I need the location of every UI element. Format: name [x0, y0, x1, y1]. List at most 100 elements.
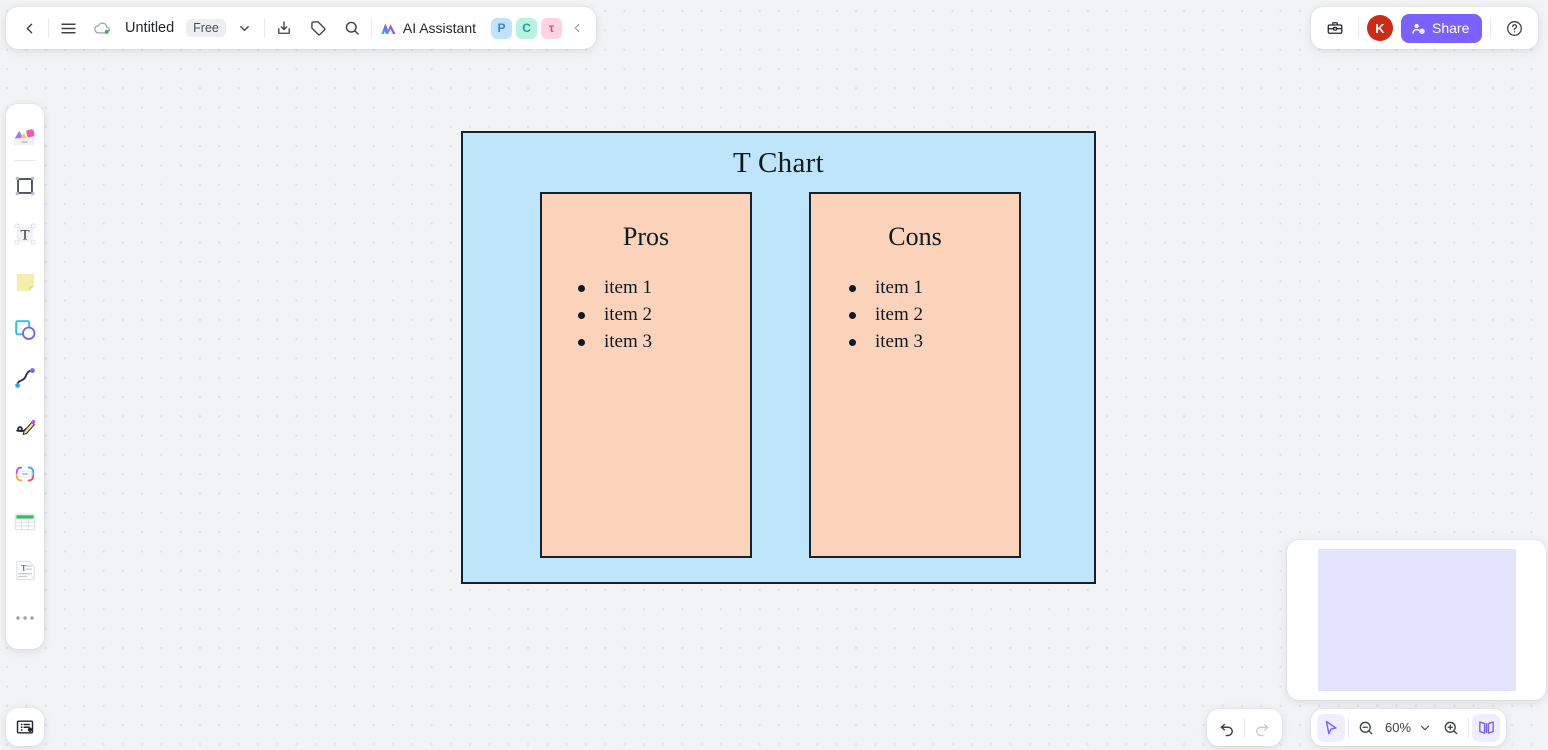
sidebar-item-text[interactable]: T	[8, 210, 42, 258]
help-button[interactable]	[1499, 13, 1529, 43]
sidebar-item-sticky-note[interactable]	[8, 258, 42, 306]
sidebar-item-document[interactable]: T	[8, 546, 42, 594]
presentation-slides-icon	[15, 717, 35, 737]
sidebar-item-pen[interactable]	[8, 402, 42, 450]
zoom-menu-caret[interactable]	[1416, 714, 1434, 742]
toolbox-button[interactable]	[1320, 13, 1350, 43]
ai-assistant-label: AI Assistant	[402, 20, 477, 36]
templates-icon	[11, 122, 39, 148]
sidebar-item-connector[interactable]	[8, 354, 42, 402]
collapse-toolbar-button[interactable]	[566, 13, 588, 43]
divider	[1348, 717, 1349, 738]
redo-arrow-icon	[1253, 719, 1271, 737]
mindmap-icon	[12, 462, 38, 486]
frame-icon	[12, 173, 38, 199]
divider	[48, 18, 49, 38]
tag-button[interactable]	[303, 13, 333, 43]
zoom-in-button[interactable]	[1437, 714, 1465, 742]
import-export-button[interactable]	[269, 13, 299, 43]
minimap-viewport[interactable]	[1318, 549, 1516, 691]
applet-letter: C	[522, 21, 531, 35]
search-button[interactable]	[337, 13, 367, 43]
sidebar-item-templates[interactable]	[8, 111, 42, 159]
text-T-icon: T	[12, 221, 38, 247]
t-chart-frame[interactable]: T Chart Pros item 1 item 2 item 3 Cons i…	[461, 131, 1096, 584]
avatar[interactable]: K	[1367, 15, 1393, 41]
chevron-left-icon	[570, 21, 584, 35]
sidebar-item-table[interactable]	[8, 498, 42, 546]
top-right-toolbar: K Share	[1311, 7, 1539, 49]
zoom-out-icon	[1357, 719, 1375, 737]
user-add-icon	[1411, 21, 1426, 36]
zoom-out-button[interactable]	[1352, 714, 1380, 742]
chevron-down-icon	[237, 21, 252, 36]
redo-button[interactable]	[1248, 714, 1276, 742]
document-menu-caret[interactable]	[230, 13, 260, 43]
zoom-in-icon	[1442, 719, 1460, 737]
t-chart-list-cons: item 1 item 2 item 3	[847, 274, 1019, 355]
toolbox-icon	[1326, 19, 1344, 37]
sidebar-item-frame[interactable]	[8, 162, 42, 210]
download-icon	[275, 19, 293, 37]
curve-connector-icon	[12, 365, 38, 391]
divider	[1358, 18, 1359, 38]
table-icon	[12, 510, 38, 534]
list-item: item 3	[576, 328, 750, 355]
flowchart-applet[interactable]: τ	[541, 17, 563, 39]
undo-redo-toolbar	[1207, 709, 1282, 746]
list-item: item 1	[576, 274, 750, 301]
presentation-applet[interactable]: P	[491, 17, 513, 39]
shapes-icon	[12, 317, 38, 343]
list-item: item 2	[847, 301, 1019, 328]
divider	[1468, 717, 1470, 738]
divider	[1244, 717, 1245, 738]
ai-sparkle-icon	[379, 19, 398, 38]
sidebar-item-more[interactable]	[8, 594, 42, 642]
zoom-toolbar: 60%	[1311, 709, 1507, 746]
hamburger-menu-icon	[60, 20, 77, 37]
document-text-icon: T	[13, 558, 38, 583]
left-tool-rail: T T	[6, 104, 44, 649]
more-dots-icon	[15, 614, 35, 622]
applet-letter: P	[497, 21, 506, 35]
undo-arrow-icon	[1218, 719, 1236, 737]
divider	[370, 18, 372, 38]
t-chart-column-pros[interactable]: Pros item 1 item 2 item 3	[540, 192, 752, 558]
list-item: item 2	[576, 301, 750, 328]
plan-badge[interactable]: Free	[186, 19, 226, 37]
minimap-toggle-button[interactable]	[1472, 713, 1501, 742]
t-chart-column-heading: Cons	[888, 222, 942, 251]
t-chart-column-cons[interactable]: Cons item 1 item 2 item 3	[809, 192, 1021, 558]
chevron-down-icon	[1418, 721, 1432, 735]
minimap-panel[interactable]	[1287, 540, 1546, 700]
minimap-book-icon	[1477, 718, 1496, 737]
list-item: item 1	[847, 274, 1019, 301]
main-menu-button[interactable]	[53, 13, 83, 43]
search-icon	[343, 19, 361, 37]
sidebar-item-mindmap[interactable]	[8, 450, 42, 498]
select-tool-button[interactable]	[1317, 713, 1345, 742]
help-circle-icon	[1505, 19, 1524, 38]
svg-text:T: T	[21, 562, 27, 572]
cloud-sync-status[interactable]	[87, 13, 117, 43]
ai-assistant-button[interactable]: AI Assistant	[376, 16, 481, 41]
document-title[interactable]: Untitled	[121, 20, 178, 36]
share-button[interactable]: Share	[1401, 13, 1483, 43]
undo-button[interactable]	[1213, 714, 1241, 742]
divider	[1490, 18, 1492, 38]
top-left-toolbar: Untitled Free AI Assistant P C τ	[6, 7, 597, 49]
presentation-mode-button[interactable]	[6, 708, 44, 746]
t-chart-column-heading: Pros	[622, 222, 670, 251]
sticky-note-icon	[13, 270, 38, 295]
back-button[interactable]	[14, 13, 44, 43]
share-label: Share	[1432, 20, 1470, 36]
t-chart-title: T Chart	[733, 147, 824, 179]
mindmap-applet[interactable]: C	[516, 17, 538, 39]
sidebar-item-shapes[interactable]	[8, 306, 42, 354]
cursor-select-icon	[1322, 719, 1340, 737]
cloud-synced-icon	[93, 19, 112, 38]
zoom-level-label[interactable]: 60%	[1383, 720, 1413, 735]
tag-icon	[309, 19, 327, 37]
applet-letter: τ	[548, 21, 555, 35]
divider	[14, 160, 36, 161]
